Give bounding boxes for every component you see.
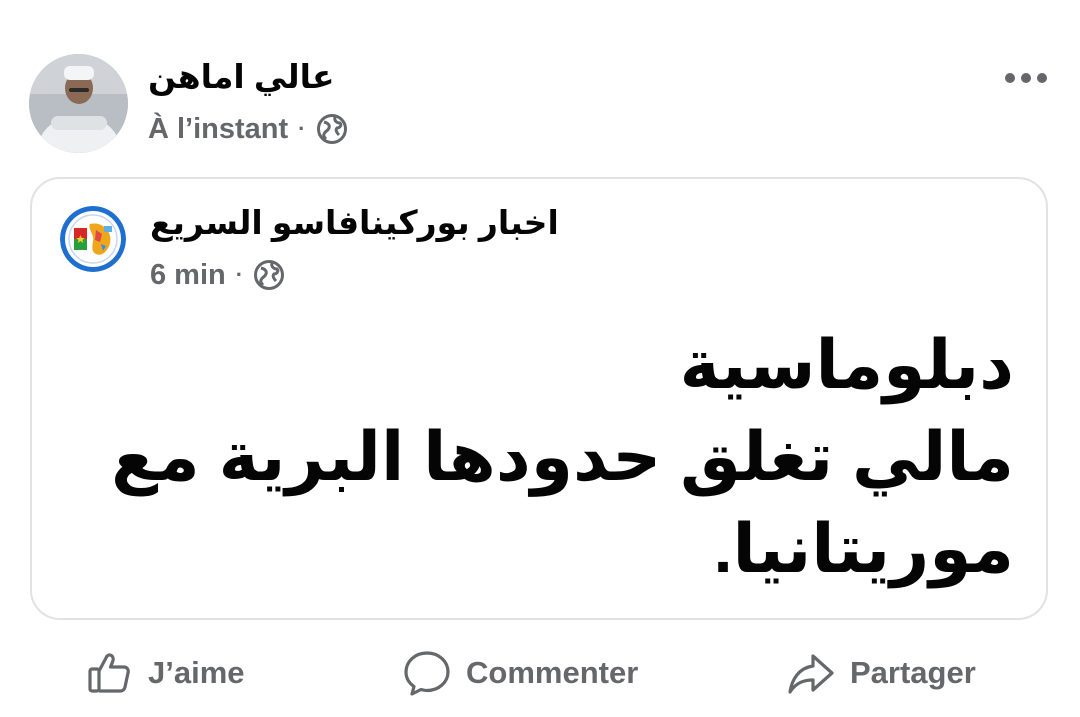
post-text-line: موريتانيا. (713, 511, 1014, 587)
thumbs-up-icon (88, 653, 130, 693)
comment-label: Commenter (466, 655, 639, 690)
comment-button[interactable]: Commenter (402, 640, 638, 706)
shared-post-meta: 6 min · (150, 256, 285, 294)
author-avatar[interactable] (29, 54, 128, 153)
meta-separator: · (298, 116, 306, 141)
facebook-post: عالي اماهن À l’instant · اخبار بوركينافا… (0, 0, 1080, 717)
share-arrow-icon (788, 654, 834, 694)
globe-icon[interactable] (253, 259, 285, 291)
more-options-button[interactable] (1000, 62, 1052, 94)
post-meta: À l’instant · (148, 110, 348, 148)
shared-post-card[interactable]: اخبار بوركينافاسو السريع 6 min · دبلوماس… (30, 177, 1048, 620)
shared-post-timestamp[interactable]: 6 min (150, 259, 226, 292)
page-name[interactable]: اخبار بوركينافاسو السريع (150, 203, 559, 242)
share-label: Partager (850, 655, 976, 690)
speech-bubble-icon (404, 651, 450, 696)
more-options-icon (1005, 73, 1047, 83)
avatar-photo (29, 54, 128, 153)
post-timestamp[interactable]: À l’instant (148, 113, 288, 146)
shared-post-text: دبلوماسية مالي تغلق حدودها البرية مع مور… (74, 319, 1014, 595)
post-text-line: دبلوماسية (679, 327, 1014, 403)
share-button[interactable]: Partager (786, 640, 976, 706)
page-logo[interactable] (60, 206, 126, 272)
post-text-line: مالي تغلق حدودها البرية مع (111, 419, 1014, 495)
meta-separator: · (235, 262, 244, 287)
page-logo-emblem (60, 206, 126, 272)
globe-icon[interactable] (316, 113, 348, 145)
like-button[interactable]: J’aime (86, 640, 245, 706)
author-name[interactable]: عالي اماهن (148, 57, 335, 96)
like-label: J’aime (148, 655, 245, 690)
post-action-bar: J’aime Commenter Partager (0, 640, 1080, 706)
